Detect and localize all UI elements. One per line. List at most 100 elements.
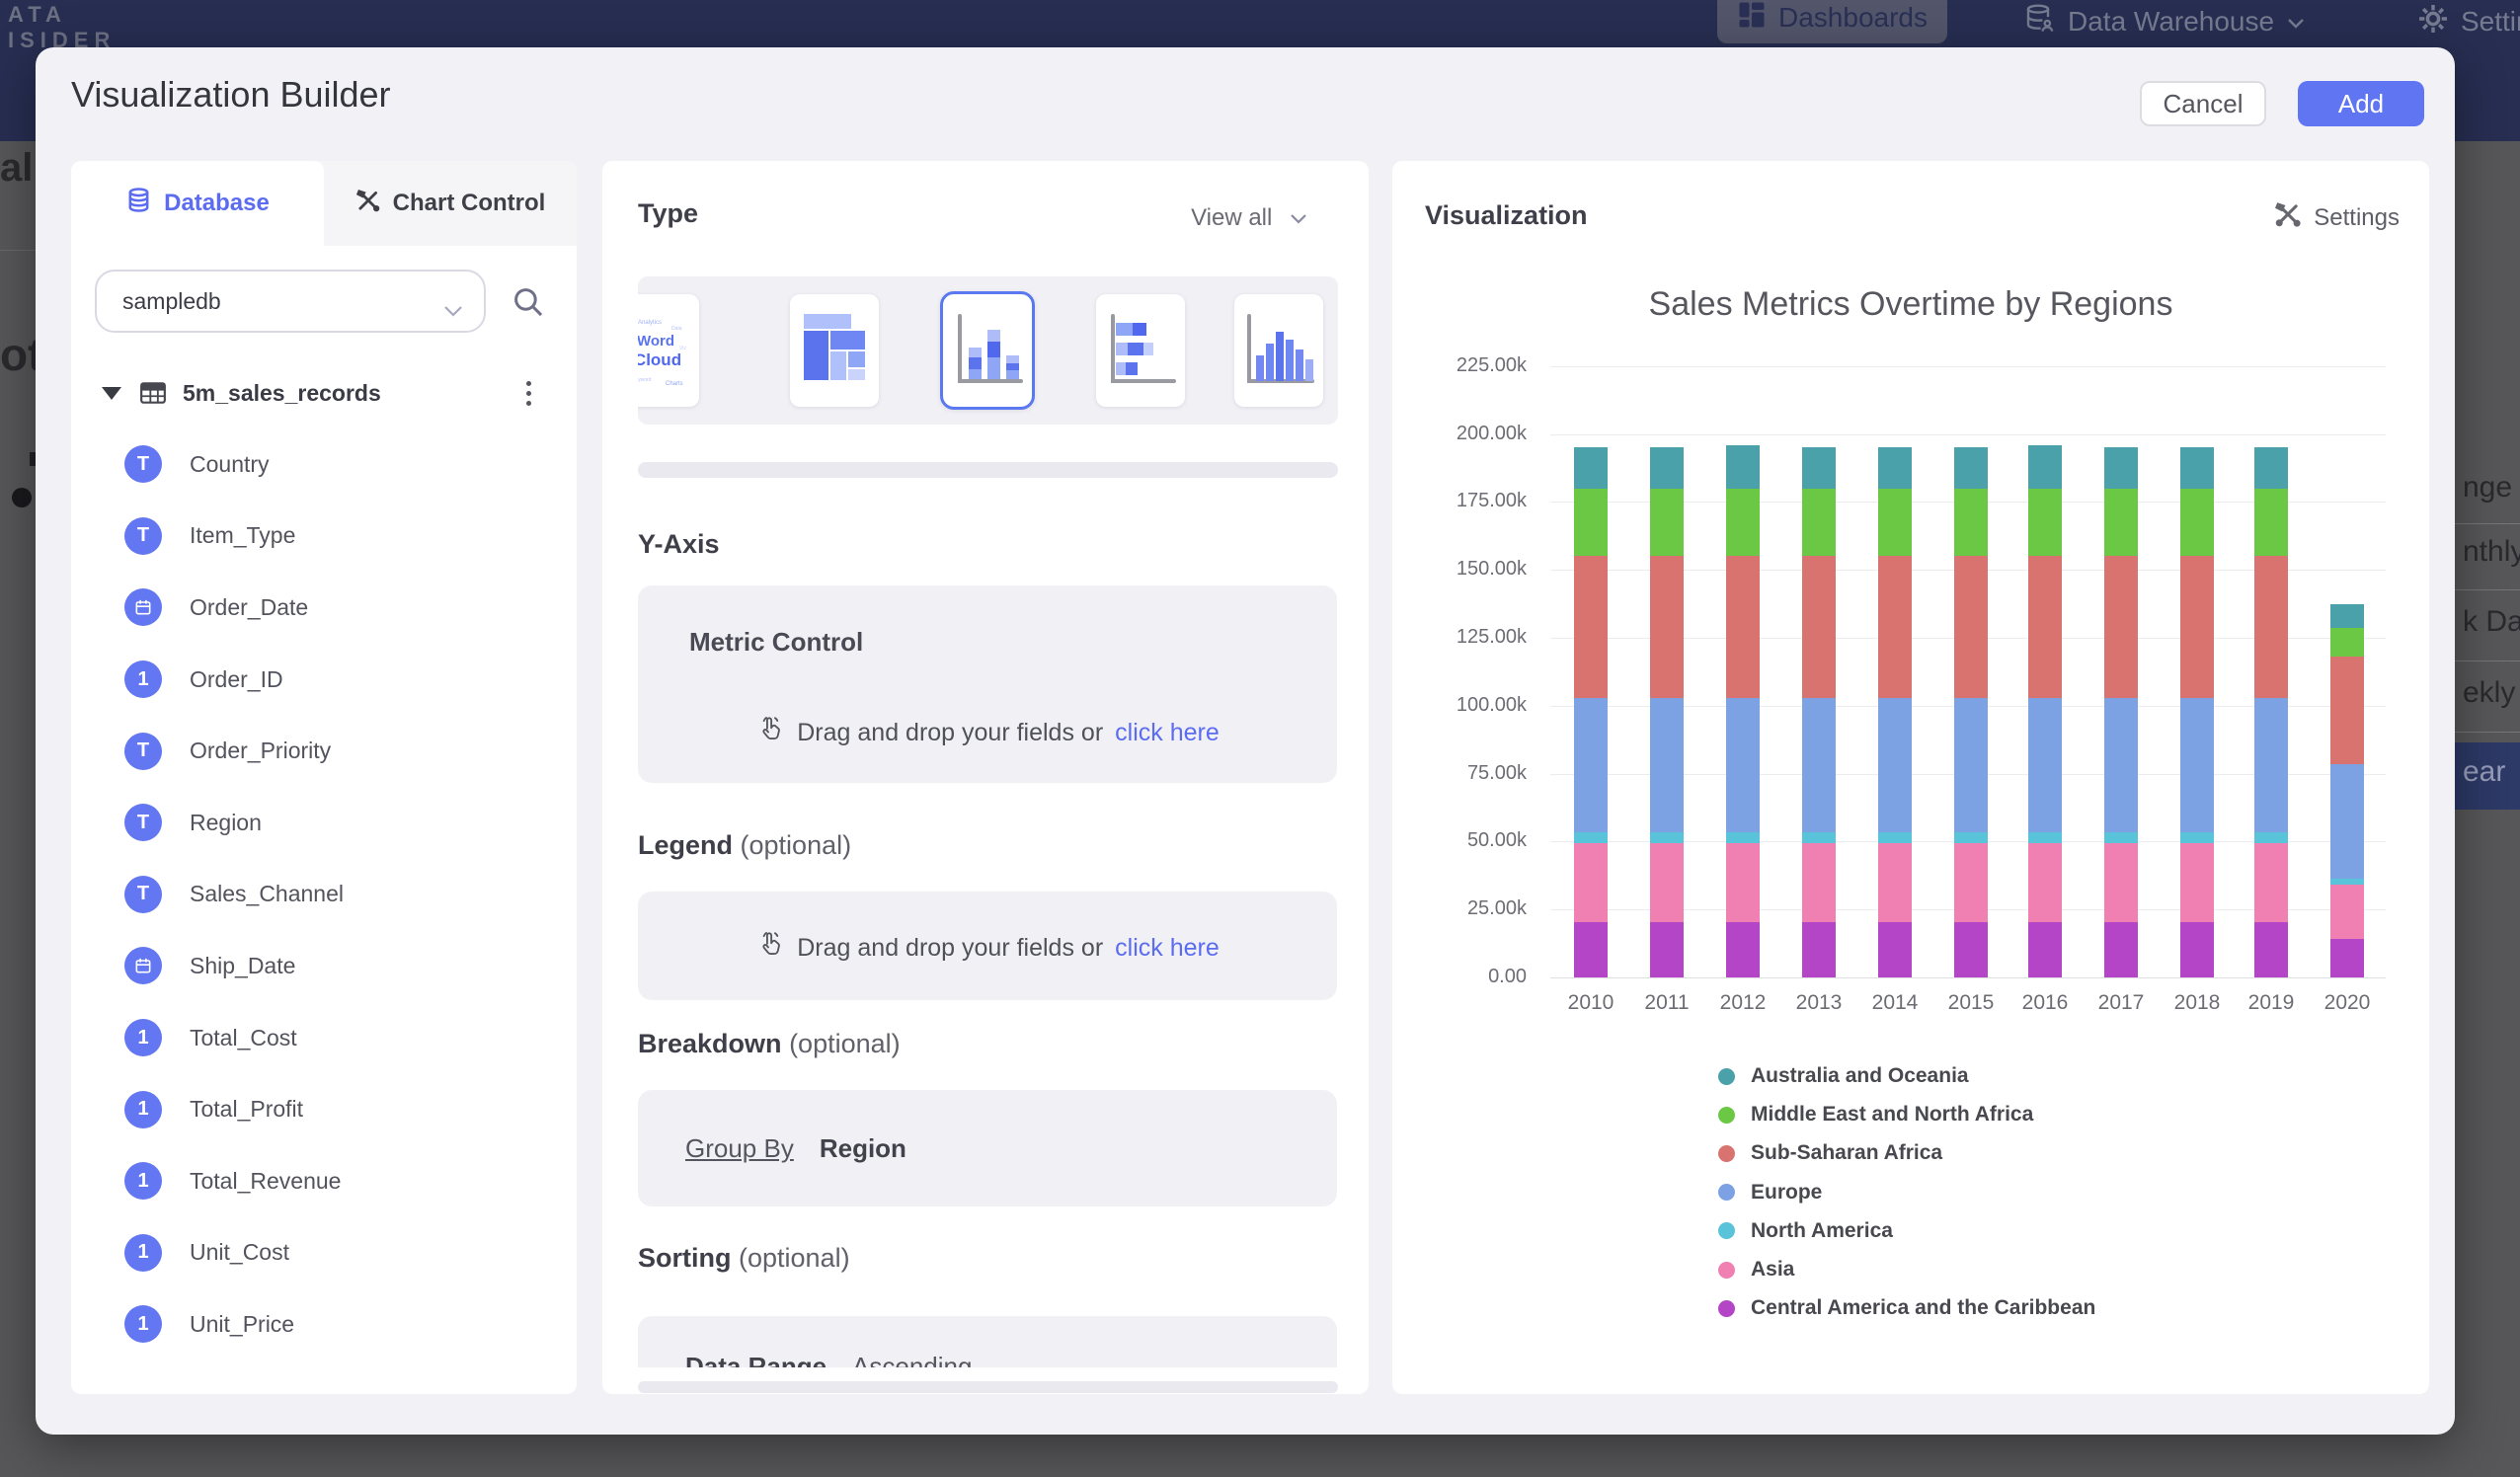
breakdown-dropzone[interactable]: Group By Region xyxy=(638,1090,1337,1206)
sorting-section-label: Sorting (optional) xyxy=(638,1243,850,1274)
tools-icon xyxy=(2274,200,2302,235)
field-row[interactable]: Order_Date xyxy=(95,572,553,644)
y-axis-tick-label: 25.00k xyxy=(1412,897,1527,920)
dashboards-icon xyxy=(1737,0,1767,37)
table-tree-row[interactable]: 5m_sales_records xyxy=(95,371,553,415)
legend-dot xyxy=(1718,1145,1735,1162)
svg-text:Viz: Viz xyxy=(679,346,686,351)
tab-database[interactable]: Database xyxy=(71,161,324,246)
legend-item[interactable]: Sub-Saharan Africa xyxy=(1718,1141,1942,1165)
field-row[interactable]: 1Unit_Price xyxy=(95,1288,553,1360)
bar-segment xyxy=(2104,843,2138,922)
visualization-panel: Visualization Settings Sales Metrics Ove… xyxy=(1392,161,2429,1394)
optional-suffix: (optional) xyxy=(739,1243,850,1273)
view-all-dropdown[interactable]: View all xyxy=(997,204,1308,232)
y-axis-tick-label: 125.00k xyxy=(1412,626,1527,649)
backdrop-menu-item: nthly xyxy=(2463,535,2520,569)
click-here-link[interactable]: click here xyxy=(1115,719,1220,747)
backdrop-right-menu: ngenthlyk Dateeklyear xyxy=(2455,141,2520,1435)
bar-segment xyxy=(1650,832,1684,843)
backdrop-divider xyxy=(2455,589,2520,590)
legend-dot xyxy=(1718,1107,1735,1124)
viz-settings-label: Settings xyxy=(2314,204,2400,232)
table-icon xyxy=(139,380,167,406)
metric-control-dropzone[interactable]: Metric Control Drag and drop your fields… xyxy=(638,585,1337,783)
legend-dropzone[interactable]: Drag and drop your fields or click here xyxy=(638,892,1337,1000)
optional-suffix: (optional) xyxy=(741,830,852,860)
field-row[interactable]: TItem_Type xyxy=(95,501,553,573)
add-button[interactable]: Add xyxy=(2298,81,2424,126)
x-axis-tick-label: 2019 xyxy=(2232,991,2311,1015)
chart-type-stacked-bar[interactable] xyxy=(1096,294,1185,407)
bar-segment xyxy=(1878,489,1912,557)
kebab-menu-icon[interactable] xyxy=(526,381,531,406)
bar-segment xyxy=(2254,832,2288,843)
bar-segment xyxy=(1878,922,1912,977)
search-icon[interactable] xyxy=(512,285,545,324)
number-field-icon: 1 xyxy=(124,661,162,698)
field-row[interactable]: TCountry xyxy=(95,428,553,501)
bar-segment xyxy=(2330,879,2364,886)
nav-settings: Settings xyxy=(2417,0,2520,43)
field-row[interactable]: TRegion xyxy=(95,787,553,859)
horizontal-scrollbar[interactable] xyxy=(638,462,1338,478)
y-axis-tick-label: 150.00k xyxy=(1412,558,1527,581)
datasource-select[interactable]: sampledb xyxy=(95,270,486,333)
horizontal-scrollbar[interactable] xyxy=(638,1381,1338,1393)
cancel-button[interactable]: Cancel xyxy=(2140,81,2266,126)
bar-segment xyxy=(1878,832,1912,843)
bar-segment xyxy=(2180,489,2214,557)
bar-segment xyxy=(1954,556,1988,697)
bar-segment xyxy=(1802,556,1836,697)
chart-type-treemap[interactable] xyxy=(790,294,879,407)
chart-type-histogram[interactable] xyxy=(1234,294,1323,407)
group-by-link[interactable]: Group By xyxy=(685,1133,794,1164)
sorting-dropzone[interactable]: Data Range Ascending xyxy=(638,1316,1337,1367)
field-label: Country xyxy=(190,451,270,478)
legend-item[interactable]: North America xyxy=(1718,1219,1893,1243)
field-row[interactable]: 1Total_Profit xyxy=(95,1073,553,1145)
backdrop-text-fragment: ota xyxy=(0,328,36,385)
bar-segment xyxy=(2330,657,2364,764)
bar-segment xyxy=(2028,832,2062,843)
bar-segment xyxy=(2180,832,2214,843)
legend-item[interactable]: Australia and Oceania xyxy=(1718,1064,1969,1088)
bar-segment xyxy=(2028,698,2062,832)
tab-chart-control[interactable]: Chart Control xyxy=(324,161,577,246)
field-row[interactable]: 1Unit_Cost xyxy=(95,1217,553,1289)
legend-item[interactable]: Asia xyxy=(1718,1258,1794,1282)
type-section-label: Type xyxy=(638,198,698,229)
backdrop-text-fragment: al xyxy=(0,146,36,197)
bar-segment xyxy=(1726,489,1760,557)
legend-item[interactable]: Middle East and North Africa xyxy=(1718,1103,2033,1127)
backdrop-divider xyxy=(2455,523,2520,524)
chart-type-word-cloud[interactable]: WordCloudAnalyticsDataKeywordChartsViz xyxy=(638,294,699,407)
field-row[interactable]: TOrder_Priority xyxy=(95,715,553,787)
datasource-value: sampledb xyxy=(122,288,221,315)
bar-segment xyxy=(1726,698,1760,832)
legend-label: North America xyxy=(1751,1219,1893,1243)
viz-settings-button[interactable]: Settings xyxy=(2274,200,2400,235)
gridline xyxy=(1550,977,2386,978)
svg-text:Data: Data xyxy=(671,326,682,332)
backdrop-bullet xyxy=(12,488,32,507)
click-here-link[interactable]: click here xyxy=(1115,934,1220,963)
field-row[interactable]: 1Total_Revenue xyxy=(95,1145,553,1217)
bar-segment xyxy=(2330,885,2364,939)
bar-segment xyxy=(1574,832,1608,843)
field-row[interactable]: 1Total_Cost xyxy=(95,1002,553,1074)
legend-item[interactable]: Europe xyxy=(1718,1181,1822,1205)
legend-item[interactable]: Central America and the Caribbean xyxy=(1718,1296,2095,1320)
field-row[interactable]: Ship_Date xyxy=(95,930,553,1002)
y-axis-tick-label: 200.00k xyxy=(1412,423,1527,445)
field-row[interactable]: 1Order_ID xyxy=(95,644,553,716)
text-field-icon: T xyxy=(124,876,162,913)
text-field-icon: T xyxy=(124,517,162,555)
chart-type-stacked-column[interactable] xyxy=(940,291,1035,410)
bar-segment xyxy=(1878,843,1912,922)
field-list: TCountryTItem_TypeOrder_Date1Order_IDTOr… xyxy=(95,428,553,1360)
legend-label: Middle East and North Africa xyxy=(1751,1103,2033,1127)
collapse-caret-icon[interactable] xyxy=(102,387,121,400)
x-axis-tick-label: 2020 xyxy=(2308,991,2387,1015)
field-row[interactable]: TSales_Channel xyxy=(95,859,553,931)
